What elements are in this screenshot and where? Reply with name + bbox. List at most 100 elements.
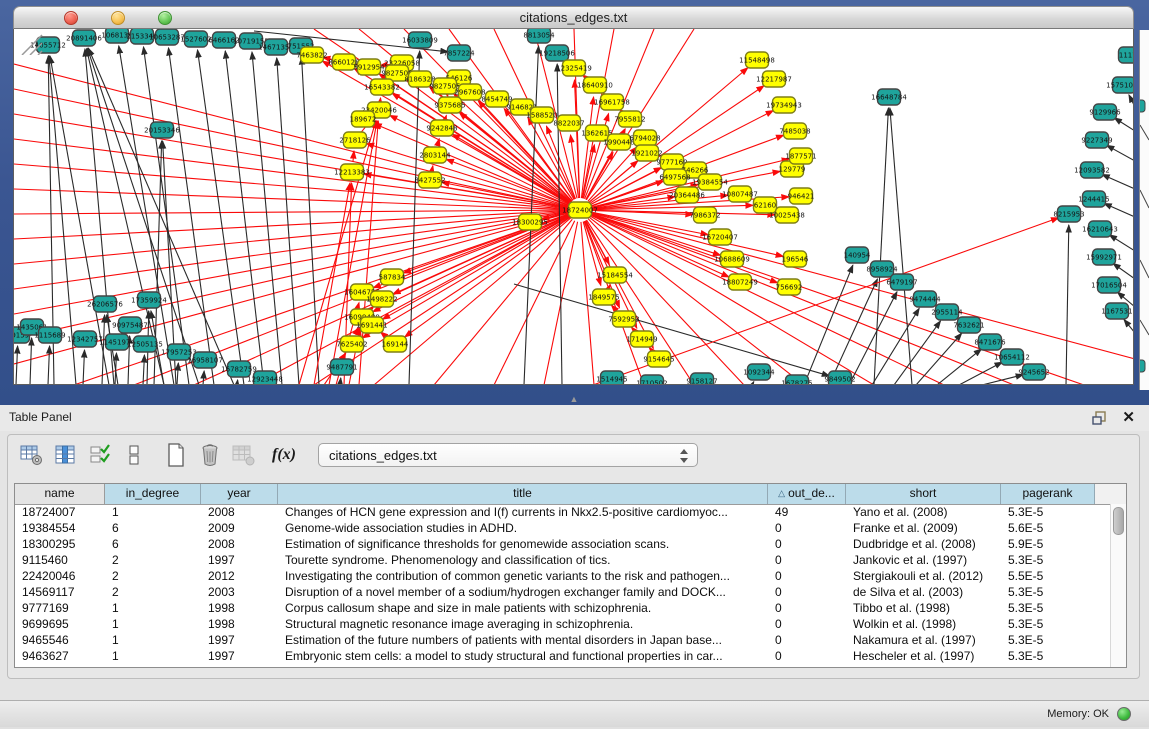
cell[interactable]: Embryonic stem cells: a model to study s… bbox=[278, 648, 768, 664]
network-window-titlebar[interactable]: citations_edges.txt bbox=[13, 6, 1134, 29]
graph-node[interactable]: 7632621 bbox=[953, 317, 984, 333]
cell[interactable]: 0 bbox=[768, 584, 846, 600]
column-header-out_de[interactable]: △out_de... bbox=[768, 484, 846, 504]
graph-node[interactable]: 1678275 bbox=[781, 375, 812, 384]
graph-node[interactable]: 1710502 bbox=[636, 375, 667, 384]
graph-node[interactable]: 15751074 bbox=[1106, 77, 1133, 93]
new-table-icon[interactable] bbox=[162, 441, 190, 469]
table-row[interactable]: 946362711997Embryonic stem cells: a mode… bbox=[15, 648, 1111, 664]
graph-node[interactable]: 587834 bbox=[379, 269, 406, 285]
graph-node[interactable]: 1244415 bbox=[1078, 191, 1109, 207]
graph-node[interactable]: 6479197 bbox=[886, 274, 917, 290]
cell[interactable]: 1 bbox=[105, 648, 201, 664]
table-row[interactable]: 977716911998Corpus callosum shape and si… bbox=[15, 600, 1111, 616]
graph-node[interactable]: 19734943 bbox=[766, 97, 802, 113]
graph-node[interactable]: 1167531 bbox=[1101, 303, 1132, 319]
table-row[interactable]: 2242004622012Investigating the contribut… bbox=[15, 568, 1111, 584]
select-rows-icon[interactable] bbox=[86, 441, 114, 469]
graph-node[interactable]: 12325419 bbox=[556, 60, 592, 76]
cell[interactable]: 5.3E-5 bbox=[1001, 616, 1095, 632]
graph-node[interactable]: 1714949 bbox=[626, 331, 657, 347]
graph-node[interactable]: 8215953 bbox=[1053, 206, 1084, 222]
table-row[interactable]: 1938455462009Genome-wide association stu… bbox=[15, 520, 1111, 536]
cell[interactable]: 1 bbox=[105, 632, 201, 648]
column-header-in_degree[interactable]: in_degree bbox=[105, 484, 201, 504]
cell[interactable]: 1998 bbox=[201, 600, 278, 616]
graph-node[interactable]: 16210643 bbox=[1082, 221, 1118, 237]
cell[interactable]: 5.3E-5 bbox=[1001, 600, 1095, 616]
cell[interactable]: 9777169 bbox=[15, 600, 105, 616]
graph-node[interactable]: 2955114 bbox=[931, 304, 963, 320]
minimize-window-button[interactable] bbox=[111, 11, 125, 25]
cell[interactable]: 6 bbox=[105, 536, 201, 552]
table-body[interactable]: 1872400712008Changes of HCN gene express… bbox=[15, 504, 1111, 667]
graph-node[interactable]: 1877571 bbox=[785, 148, 816, 164]
cell[interactable]: Estimation of the future numbers of pati… bbox=[278, 632, 768, 648]
graph-node[interactable]: 9245652 bbox=[1018, 364, 1049, 380]
cell[interactable]: 5.3E-5 bbox=[1001, 632, 1095, 648]
column-header-pagerank[interactable]: pagerank bbox=[1001, 484, 1095, 504]
table-vertical-scrollbar[interactable] bbox=[1110, 504, 1126, 667]
cell[interactable]: 0 bbox=[768, 552, 846, 568]
graph-node[interactable]: 20891406 bbox=[66, 30, 102, 46]
cell[interactable]: Structural magnetic resonance image aver… bbox=[278, 616, 768, 632]
network-graph[interactable]: 1405571220891406106813921533401065328715… bbox=[14, 29, 1133, 384]
attribute-table[interactable]: namein_degreeyeartitle△out_de...shortpag… bbox=[14, 483, 1127, 668]
graph-node[interactable]: 7625402 bbox=[336, 336, 367, 352]
graph-node[interactable]: 140954 bbox=[844, 247, 871, 263]
cell[interactable]: 2 bbox=[105, 552, 201, 568]
graph-node[interactable]: 7463822 bbox=[296, 47, 327, 63]
column-header-title[interactable]: title bbox=[278, 484, 768, 504]
graph-node[interactable]: 7592953 bbox=[608, 311, 639, 327]
graph-node[interactable]: 6497568 bbox=[659, 169, 690, 185]
cell[interactable]: 5.6E-5 bbox=[1001, 520, 1095, 536]
cell[interactable]: 5.9E-5 bbox=[1001, 536, 1095, 552]
cell[interactable]: 18300295 bbox=[15, 536, 105, 552]
graph-node[interactable]: 196546 bbox=[782, 251, 809, 267]
graph-node[interactable]: 20153346 bbox=[144, 122, 180, 138]
cell[interactable]: 22420046 bbox=[15, 568, 105, 584]
graph-node[interactable]: 8822037 bbox=[553, 115, 584, 131]
cell[interactable]: Hescheler et al. (1997) bbox=[846, 648, 1001, 664]
graph-node[interactable]: 9158127 bbox=[686, 373, 717, 384]
graph-node[interactable]: 1514945 bbox=[596, 371, 627, 384]
graph-node[interactable]: 756692 bbox=[776, 279, 803, 295]
graph-node[interactable]: 8427552 bbox=[414, 172, 445, 188]
graph-node[interactable]: 15184554 bbox=[597, 267, 633, 283]
cell[interactable]: 5.3E-5 bbox=[1001, 504, 1095, 520]
row-height-icon[interactable] bbox=[120, 441, 148, 469]
cell[interactable]: 5.3E-5 bbox=[1001, 584, 1095, 600]
graph-node[interactable]: 26206576 bbox=[87, 296, 123, 312]
cell[interactable]: 2009 bbox=[201, 520, 278, 536]
graph-node[interactable]: 1092344 bbox=[743, 364, 775, 380]
graph-node[interactable]: 18640910 bbox=[577, 77, 613, 93]
cell[interactable]: 1 bbox=[105, 600, 201, 616]
graph-node[interactable]: 946421 bbox=[788, 188, 815, 204]
network-table-select[interactable]: citations_edges.txt bbox=[318, 443, 698, 467]
graph-node[interactable]: 169144 bbox=[382, 336, 409, 352]
graph-node[interactable]: 15992971 bbox=[1086, 249, 1122, 265]
cell[interactable]: Disruption of a novel member of a sodium… bbox=[278, 584, 768, 600]
float-panel-icon[interactable] bbox=[1092, 411, 1107, 425]
graph-node[interactable]: 90975487 bbox=[112, 317, 148, 333]
cell[interactable]: Tibbo et al. (1998) bbox=[846, 600, 1001, 616]
cell[interactable]: 1997 bbox=[201, 552, 278, 568]
cell[interactable]: 2003 bbox=[201, 584, 278, 600]
show-column-icon[interactable] bbox=[52, 441, 80, 469]
graph-node[interactable]: 9375685 bbox=[434, 97, 465, 113]
graph-node[interactable]: 12217987 bbox=[756, 71, 792, 87]
graph-node[interactable]: 1849575 bbox=[588, 289, 619, 305]
function-builder-icon[interactable]: f(x) bbox=[270, 441, 298, 469]
table-row[interactable]: 911546021997Tourette syndrome. Phenomeno… bbox=[15, 552, 1111, 568]
column-header-name[interactable]: name bbox=[15, 484, 105, 504]
graph-node[interactable]: 8813054 bbox=[523, 29, 555, 43]
cell[interactable]: 19384554 bbox=[15, 520, 105, 536]
cell[interactable]: 0 bbox=[768, 536, 846, 552]
close-panel-icon[interactable]: ✕ bbox=[1122, 409, 1135, 426]
cell[interactable]: 5.3E-5 bbox=[1001, 648, 1095, 664]
graph-node[interactable]: 1527602 bbox=[180, 31, 211, 47]
cell[interactable]: 0 bbox=[768, 568, 846, 584]
cell[interactable]: de Silva et al. (2003) bbox=[846, 584, 1001, 600]
cell[interactable]: Investigating the contribution of common… bbox=[278, 568, 768, 584]
cell[interactable]: Franke et al. (2009) bbox=[846, 520, 1001, 536]
